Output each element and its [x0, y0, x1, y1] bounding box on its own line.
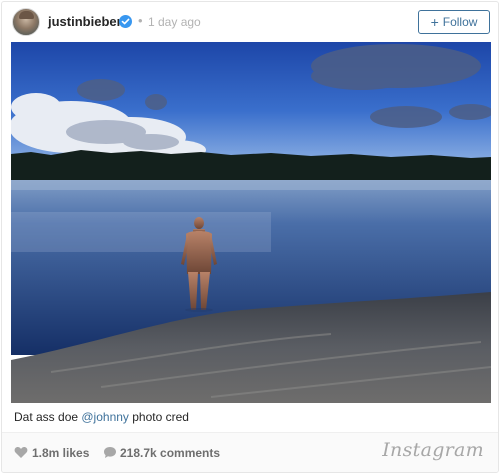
post-header: justinbieber • 1 day ago + Follow	[2, 2, 498, 42]
verified-badge-icon	[119, 15, 132, 28]
caption-text-end: photo cred	[128, 410, 189, 424]
post-footer: 1.8m likes 218.7k comments Instagram	[2, 432, 498, 472]
post-caption: Dat ass doe @johnny photo cred	[14, 410, 189, 424]
separator-dot: •	[138, 13, 143, 28]
avatar[interactable]	[12, 8, 40, 36]
follow-button[interactable]: + Follow	[418, 10, 490, 34]
comments-count[interactable]: 218.7k comments	[120, 446, 220, 460]
plus-icon: +	[430, 14, 439, 30]
instagram-embed-card: justinbieber • 1 day ago + Follow Dat as…	[1, 1, 499, 473]
post-photo[interactable]	[11, 42, 491, 403]
caption-text: Dat ass doe	[14, 410, 82, 424]
follow-label: Follow	[442, 15, 478, 29]
post-timestamp[interactable]: 1 day ago	[148, 15, 201, 29]
instagram-logo[interactable]: Instagram	[382, 439, 484, 461]
likes-count[interactable]: 1.8m likes	[32, 446, 89, 460]
lake-photo	[11, 42, 491, 403]
comment-icon[interactable]	[103, 446, 117, 459]
username-link[interactable]: justinbieber	[48, 14, 122, 29]
heart-icon[interactable]	[14, 446, 28, 459]
mention-link[interactable]: @johnny	[81, 410, 129, 424]
